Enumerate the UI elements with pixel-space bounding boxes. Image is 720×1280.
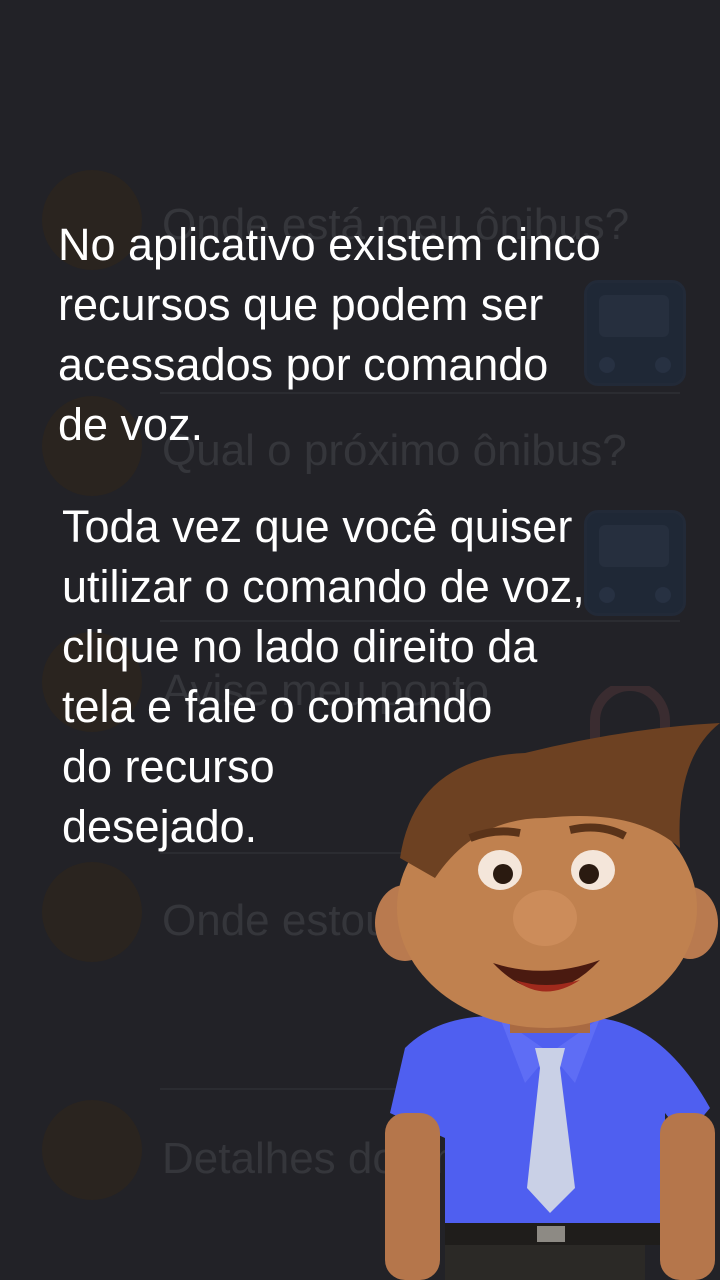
mascot-character	[375, 723, 720, 1280]
menu-item-circle-icon	[42, 862, 142, 962]
tutorial-intro-text: No aplicativo existem cinco recursos que…	[58, 219, 601, 450]
menu-item-circle-icon	[42, 1100, 142, 1200]
